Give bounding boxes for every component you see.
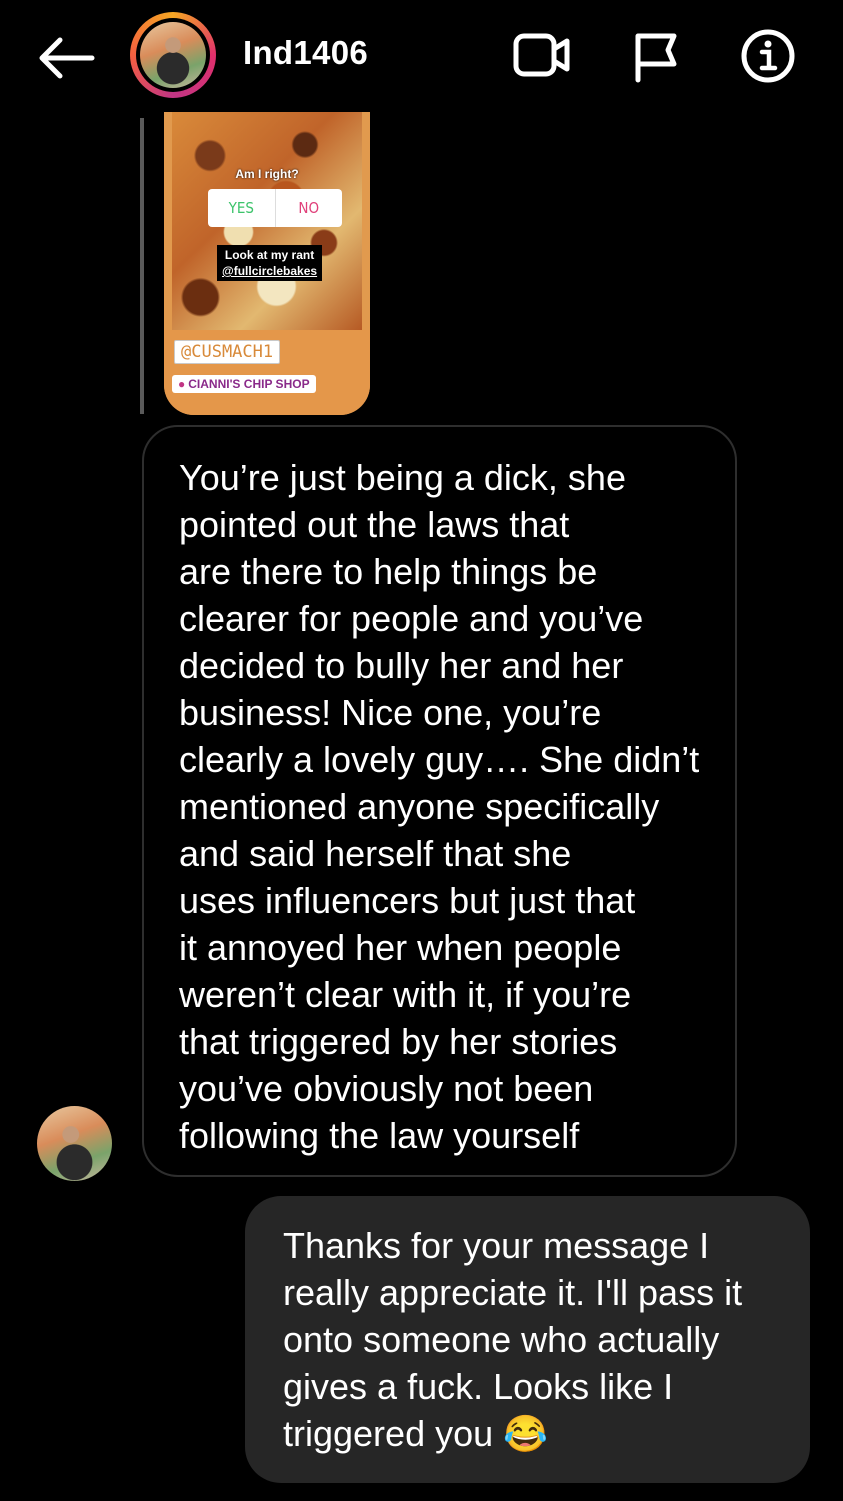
location-label: CIANNI'S CHIP SHOP: [188, 377, 310, 391]
video-call-button[interactable]: [512, 28, 572, 84]
outgoing-message-bubble[interactable]: Thanks for your message I really appreci…: [245, 1196, 810, 1483]
rant-caption: Look at my rant @fullcirclebakes: [217, 245, 323, 281]
location-sticker[interactable]: ● CIANNI'S CHIP SHOP: [172, 375, 316, 393]
outgoing-message-text: Thanks for your message I really appreci…: [283, 1225, 743, 1454]
info-icon: [741, 29, 795, 83]
header-avatar[interactable]: [130, 12, 216, 98]
video-camera-icon: [513, 33, 570, 77]
poll-no-option[interactable]: NO: [276, 189, 343, 227]
story-reply-preview[interactable]: Am I right? YES NO Look at my rant @full…: [164, 112, 370, 415]
chat-username[interactable]: Ind1406: [243, 34, 368, 72]
poll-sticker: YES NO: [208, 189, 342, 227]
location-pin-icon: ●: [178, 377, 186, 391]
mention-sticker[interactable]: @CUSMACH1: [174, 340, 281, 364]
chat-header: Ind1406: [0, 0, 843, 112]
mention-link[interactable]: @fullcirclebakes: [222, 263, 317, 279]
sender-avatar[interactable]: [37, 1106, 112, 1181]
reply-thread-line: [140, 118, 144, 414]
report-button[interactable]: [628, 28, 688, 84]
arrow-left-icon: [39, 37, 95, 79]
flag-icon: [635, 33, 677, 83]
avatar-image: [140, 22, 206, 88]
back-button[interactable]: [34, 32, 98, 84]
incoming-message-bubble[interactable]: You’re just being a dick, she pointed ou…: [142, 425, 737, 1177]
poll-yes-option[interactable]: YES: [208, 189, 276, 227]
incoming-message-text: You’re just being a dick, she pointed ou…: [179, 457, 700, 1156]
poll-question: Am I right?: [235, 167, 299, 181]
info-button[interactable]: [738, 28, 798, 84]
